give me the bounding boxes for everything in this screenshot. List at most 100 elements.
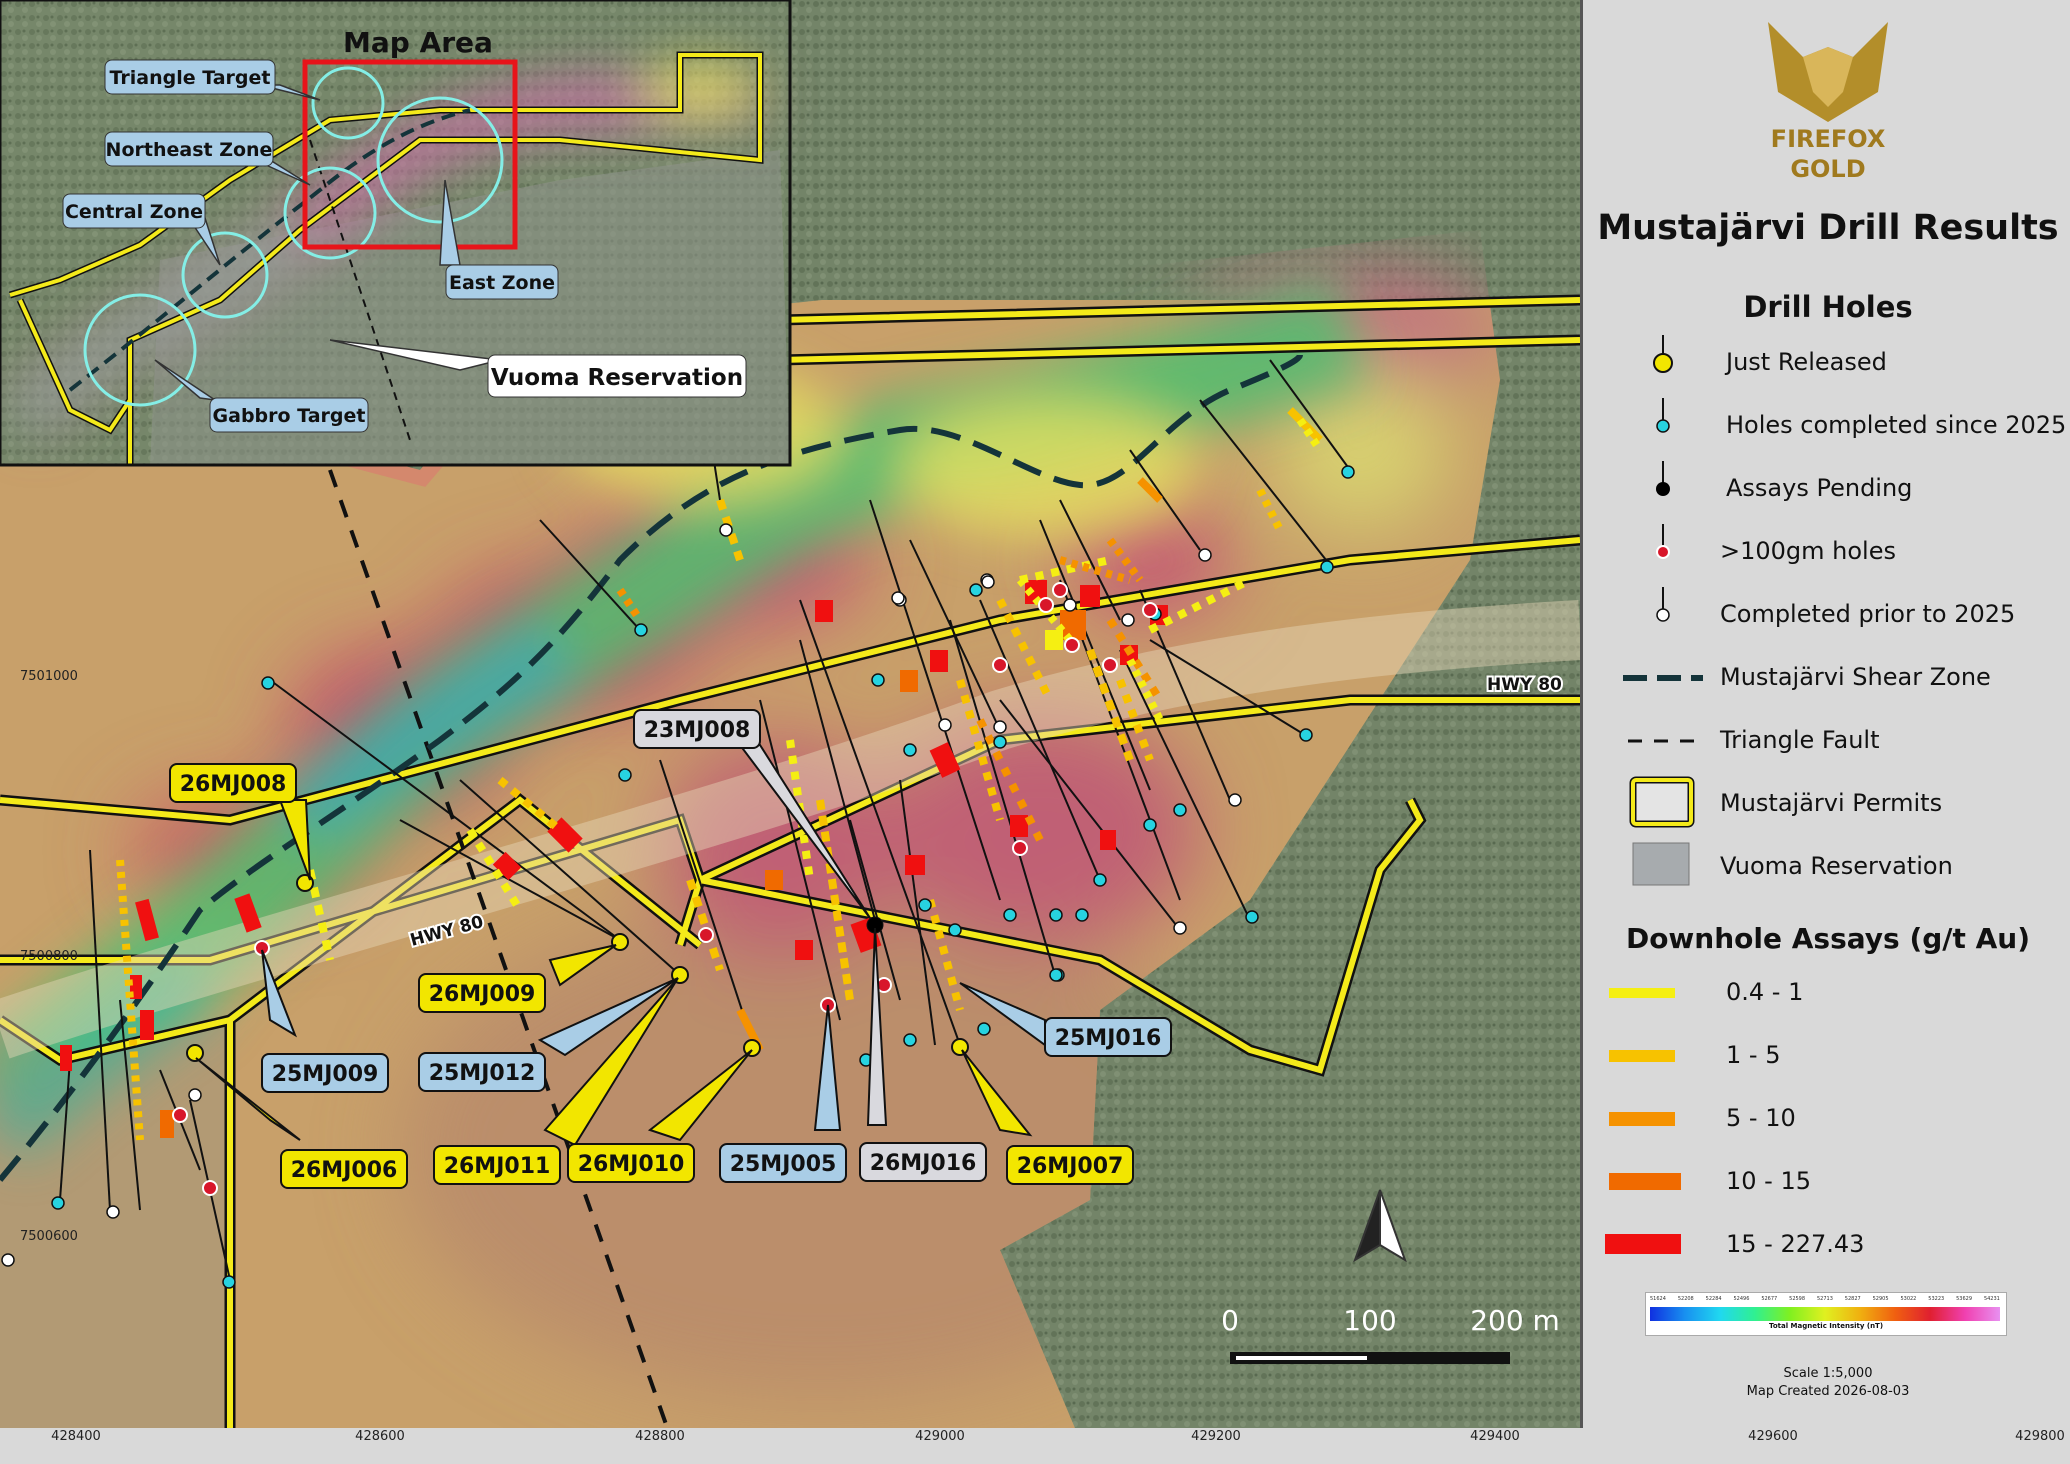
svg-text:Gabbro Target: Gabbro Target bbox=[213, 405, 366, 427]
legend-since-2025: Holes completed since 2025 bbox=[1726, 411, 2067, 439]
svg-text:428400: 428400 bbox=[51, 1429, 101, 1444]
svg-text:26MJ009: 26MJ009 bbox=[429, 982, 536, 1007]
inset-title: Map Area bbox=[343, 26, 493, 59]
svg-text:Triangle Target: Triangle Target bbox=[110, 67, 271, 89]
colorbar-tick: 52827 bbox=[1844, 1296, 1861, 1302]
legend-title: Mustajärvi Drill Results bbox=[1597, 208, 2059, 248]
legend-pending: Assays Pending bbox=[1726, 474, 1913, 502]
assay-swatch-1 bbox=[1609, 1050, 1689, 1062]
since-2025-symbol-icon bbox=[1656, 398, 1670, 433]
map-created-text: Map Created 2026-08-03 bbox=[1746, 1384, 1910, 1399]
colorbar-tick: 52713 bbox=[1816, 1296, 1833, 1302]
svg-text:26MJ011: 26MJ011 bbox=[444, 1154, 551, 1179]
label-26MJ007: 26MJ007 bbox=[1006, 1145, 1134, 1185]
svg-text:7500600: 7500600 bbox=[20, 1229, 78, 1244]
label-25MJ012: 25MJ012 bbox=[418, 1052, 546, 1092]
label-25MJ009: 25MJ009 bbox=[261, 1053, 389, 1093]
reservation-symbol-icon bbox=[1632, 842, 1690, 886]
svg-text:East Zone: East Zone bbox=[449, 272, 555, 294]
colorbar-tick: 54231 bbox=[1983, 1296, 2000, 1302]
road-label-east: HWY 80 bbox=[1487, 675, 1562, 695]
label-26MJ006: 26MJ006 bbox=[280, 1149, 408, 1189]
label-26MJ010: 26MJ010 bbox=[567, 1143, 695, 1183]
over-100gm-symbol-icon bbox=[1656, 524, 1670, 559]
triangle-fault-symbol-icon bbox=[1628, 739, 1698, 743]
svg-text:26MJ007: 26MJ007 bbox=[1017, 1154, 1124, 1179]
firefox-gold-logo-icon: FIREFOX GOLD bbox=[1768, 22, 1888, 183]
colorbar-tick: 52208 bbox=[1677, 1296, 1694, 1302]
svg-text:26MJ016: 26MJ016 bbox=[870, 1151, 977, 1176]
legend-over-100gm: >100gm holes bbox=[1720, 537, 1896, 565]
magnetic-colorbar: 51624 52208 52284 52496 52677 52598 52713 52827… bbox=[1645, 1292, 2007, 1336]
svg-text:Vuoma Reservation: Vuoma Reservation bbox=[491, 365, 743, 391]
shear-zone-symbol-icon bbox=[1623, 675, 1703, 681]
colorbar-tick: 52905 bbox=[1872, 1296, 1889, 1302]
scale-tick-0: 0 bbox=[1221, 1304, 1239, 1337]
label-26MJ011: 26MJ011 bbox=[433, 1145, 561, 1185]
assay-label-0: 0.4 - 1 bbox=[1726, 978, 1804, 1006]
svg-text:429400: 429400 bbox=[1470, 1429, 1520, 1444]
svg-text:25MJ012: 25MJ012 bbox=[429, 1061, 536, 1086]
colorbar-tick: 52284 bbox=[1705, 1296, 1722, 1302]
svg-text:23MJ008: 23MJ008 bbox=[644, 718, 751, 743]
scale-tick-100: 100 bbox=[1343, 1304, 1396, 1337]
svg-text:Central Zone: Central Zone bbox=[65, 201, 203, 223]
svg-text:25MJ009: 25MJ009 bbox=[272, 1062, 379, 1087]
assay-swatch-0 bbox=[1609, 988, 1689, 998]
legend-panel: FIREFOX GOLD Mustajärvi Drill Results Dr… bbox=[1580, 0, 2070, 1428]
inset-map: Map Area Triangle Target Northeast Zone … bbox=[0, 0, 792, 467]
svg-text:25MJ005: 25MJ005 bbox=[730, 1152, 837, 1177]
colorbar-tick: 52598 bbox=[1789, 1296, 1806, 1302]
inset-label-central: Central Zone bbox=[62, 193, 206, 229]
legend-shear-zone: Mustajärvi Shear Zone bbox=[1720, 663, 1991, 691]
assay-label-3: 10 - 15 bbox=[1726, 1167, 1811, 1195]
logo-text-gold: GOLD bbox=[1790, 155, 1865, 183]
assays-heading: Downhole Assays (g/t Au) bbox=[1625, 922, 2031, 955]
colorbar-tick: 53022 bbox=[1900, 1296, 1917, 1302]
assay-label-1: 1 - 5 bbox=[1726, 1041, 1781, 1069]
svg-text:429600: 429600 bbox=[1748, 1429, 1798, 1444]
svg-text:26MJ008: 26MJ008 bbox=[180, 772, 287, 797]
svg-text:429000: 429000 bbox=[915, 1429, 965, 1444]
legend-triangle-fault: Triangle Fault bbox=[1720, 726, 1880, 754]
legend-permits: Mustajärvi Permits bbox=[1720, 789, 1943, 817]
assay-swatch-4 bbox=[1605, 1234, 1685, 1254]
svg-text:429200: 429200 bbox=[1191, 1429, 1241, 1444]
label-25MJ016: 25MJ016 bbox=[1044, 1017, 1172, 1057]
colorbar-tick: 52496 bbox=[1733, 1296, 1750, 1302]
label-25MJ005: 25MJ005 bbox=[719, 1143, 847, 1183]
svg-text:428800: 428800 bbox=[635, 1429, 685, 1444]
colorbar-tick: 52677 bbox=[1761, 1296, 1778, 1302]
colorbar-tick: 51624 bbox=[1650, 1296, 1666, 1302]
permits-symbol-icon bbox=[1629, 776, 1695, 828]
label-26MJ009: 26MJ009 bbox=[418, 973, 546, 1013]
svg-text:7501000: 7501000 bbox=[20, 669, 78, 684]
svg-text:429800: 429800 bbox=[2015, 1429, 2065, 1444]
inset-label-triangle: Triangle Target bbox=[104, 59, 276, 95]
assay-swatch-2 bbox=[1609, 1112, 1689, 1126]
label-26MJ008: 26MJ008 bbox=[169, 763, 297, 803]
just-released-symbol-icon bbox=[1653, 335, 1673, 373]
pending-symbol-icon bbox=[1656, 461, 1670, 496]
inset-label-vuoma: Vuoma Reservation bbox=[487, 354, 747, 398]
assay-swatch-3 bbox=[1609, 1173, 1689, 1190]
inset-label-east: East Zone bbox=[445, 264, 559, 300]
svg-text:428600: 428600 bbox=[355, 1429, 405, 1444]
svg-text:Northeast Zone: Northeast Zone bbox=[106, 139, 273, 161]
svg-text:26MJ010: 26MJ010 bbox=[578, 1152, 685, 1177]
colorbar-tick: 53629 bbox=[1956, 1296, 1973, 1302]
inset-label-northeast: Northeast Zone bbox=[104, 131, 274, 167]
svg-text:26MJ006: 26MJ006 bbox=[291, 1158, 398, 1183]
prior-2025-symbol-icon bbox=[1656, 587, 1670, 622]
svg-text:25MJ016: 25MJ016 bbox=[1055, 1026, 1162, 1051]
assay-label-2: 5 - 10 bbox=[1726, 1104, 1796, 1132]
logo-text-firefox: FIREFOX bbox=[1771, 125, 1886, 153]
assay-label-4: 15 - 227.43 bbox=[1726, 1230, 1865, 1258]
scale-tick-200: 200 m bbox=[1470, 1304, 1560, 1337]
legend-prior-2025: Completed prior to 2025 bbox=[1720, 600, 2016, 628]
legend-just-released: Just Released bbox=[1726, 348, 1887, 376]
colorbar-tick: 53223 bbox=[1928, 1296, 1945, 1302]
svg-text:7500800: 7500800 bbox=[20, 949, 78, 964]
label-26MJ016: 26MJ016 bbox=[859, 1142, 987, 1182]
label-23MJ008: 23MJ008 bbox=[633, 709, 761, 749]
